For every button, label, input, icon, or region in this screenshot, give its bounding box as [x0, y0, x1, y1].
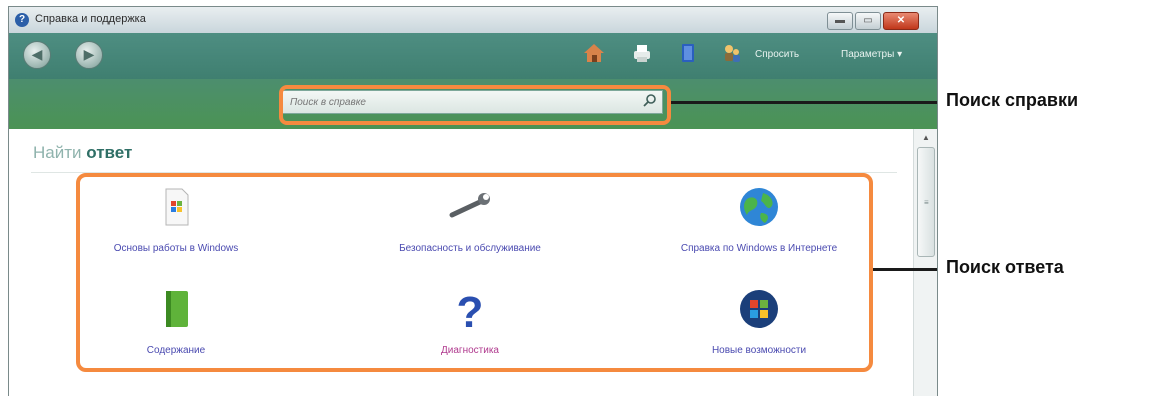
browse-help-icon[interactable]: [677, 42, 699, 64]
search-callout-line: [671, 101, 937, 104]
find-answer-heading: Найти ответ: [33, 143, 132, 163]
heading-light: Найти: [33, 143, 87, 162]
search-highlight-frame: [279, 85, 671, 125]
answer-callout-label: Поиск ответа: [946, 257, 1064, 277]
ask-button[interactable]: Спросить: [755, 49, 799, 60]
window-title: Справка и поддержка: [35, 13, 146, 25]
answer-highlight-frame: [76, 173, 873, 372]
close-button[interactable]: ✕: [883, 12, 919, 30]
forward-button[interactable]: ▶: [75, 41, 103, 69]
scroll-up-icon[interactable]: ▲: [922, 133, 930, 142]
help-app-icon: ?: [15, 13, 29, 27]
scroll-thumb[interactable]: ≡: [917, 147, 935, 257]
options-menu[interactable]: Параметры ▾: [841, 49, 902, 60]
print-icon[interactable]: [631, 42, 653, 64]
back-button[interactable]: ◀: [23, 41, 51, 69]
title-bar: ? Справка и поддержка ▬ ▭ ✕: [9, 7, 937, 33]
search-callout-label: Поиск справки: [946, 90, 1079, 110]
vertical-scrollbar[interactable]: ▲ ≡: [913, 129, 937, 396]
home-icon[interactable]: [583, 42, 605, 64]
minimize-button[interactable]: ▬: [827, 12, 853, 30]
grip-icon: ≡: [924, 198, 929, 207]
ask-icon[interactable]: [721, 42, 743, 64]
answer-callout-line: [873, 268, 937, 271]
toolbar: ◀ ▶ Спросить Параметры ▾: [9, 33, 937, 79]
maximize-button[interactable]: ▭: [855, 12, 881, 30]
heading-bold: ответ: [86, 143, 133, 162]
